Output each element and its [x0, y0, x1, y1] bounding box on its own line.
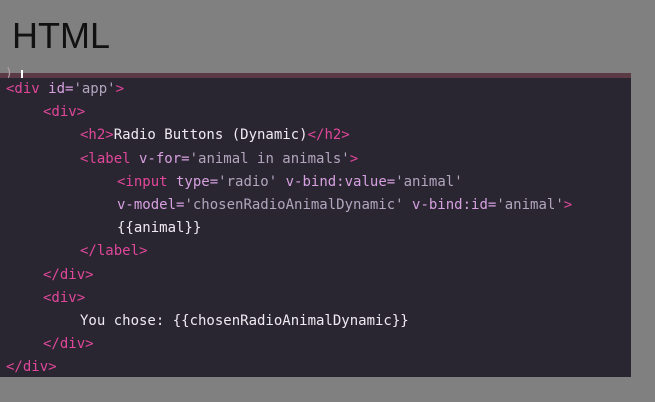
- code-line: <label v-for='animal in animals'>: [80, 148, 358, 171]
- code-token: Radio Buttons (Dynamic): [113, 127, 308, 144]
- code-token: v-bind:id=: [403, 197, 497, 213]
- code-token: >: [349, 150, 359, 167]
- code-line: <input type='radio' v-bind:value='animal…: [117, 171, 463, 194]
- code-token: 'animal': [395, 173, 463, 190]
- code-token: <div>: [43, 104, 86, 121]
- code-line: v-model='chosenRadioAnimalDynamic' v-bin…: [117, 194, 572, 217]
- code-line: <div>: [43, 101, 85, 124]
- code-token: 'radio': [218, 173, 278, 190]
- code-token: 'animal': [496, 197, 564, 213]
- code-token: {{animal}}: [117, 220, 202, 237]
- code-line: </div>: [43, 333, 94, 356]
- code-line: </div>: [6, 356, 57, 379]
- code-line: </label>: [80, 240, 147, 263]
- code-token: 'chosenRadioAnimalDynamic': [184, 197, 404, 213]
- code-token: v-for=: [130, 150, 190, 167]
- code-token: </div>: [43, 266, 94, 283]
- code-token: </label>: [80, 243, 148, 260]
- code-token: v-bind:value=: [277, 173, 396, 190]
- code-token: <div>: [43, 289, 86, 306]
- code-token: <h2>: [80, 127, 114, 144]
- code-token: >: [563, 197, 573, 213]
- code-token: <div: [6, 81, 40, 97]
- code-token: </h2>: [307, 127, 350, 144]
- code-token: type=: [167, 173, 219, 190]
- code-editor[interactable]: <div id='app'> <div> <h2>Radio Buttons (Dy…: [0, 78, 631, 377]
- code-line: <div>: [43, 287, 85, 310]
- code-line: <h2>Radio Buttons (Dynamic)</h2>: [80, 124, 350, 147]
- code-token: You chose: {{chosenRadioAnimalDynamic}}: [80, 313, 409, 329]
- pane-title: HTML: [12, 15, 110, 56]
- code-line: </div>: [43, 264, 94, 287]
- code-token: 'app': [73, 81, 116, 97]
- code-token: id=: [39, 81, 74, 97]
- code-token: 'animal in animals': [189, 150, 350, 167]
- code-token: </div>: [43, 336, 94, 353]
- code-token: >: [115, 81, 125, 97]
- code-line: {{animal}}: [117, 217, 201, 240]
- code-token: <label: [80, 150, 131, 167]
- code-token: </div>: [6, 359, 57, 376]
- code-line: You chose: {{chosenRadioAnimalDynamic}}: [80, 310, 409, 333]
- code-line: <div id='app'>: [6, 78, 124, 101]
- code-token: v-model=: [117, 197, 185, 213]
- code-token: <input: [117, 173, 168, 190]
